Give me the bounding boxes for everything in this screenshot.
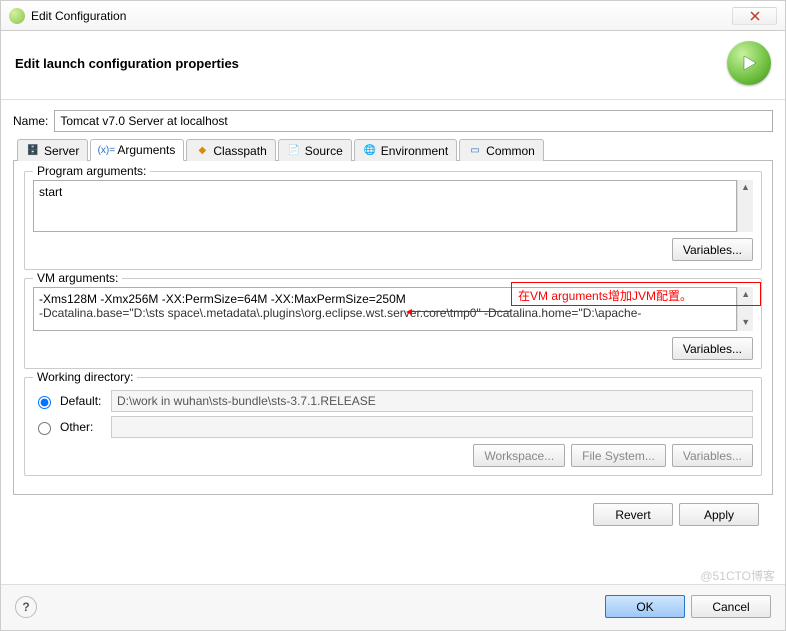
program-args-input[interactable] xyxy=(33,180,737,232)
run-icon xyxy=(727,41,771,85)
tab-label: Common xyxy=(486,144,535,158)
tab-label: Classpath xyxy=(213,144,266,158)
revert-button[interactable]: Revert xyxy=(593,503,673,526)
arguments-panel: Program arguments: ▲ Variables... VM arg… xyxy=(13,161,773,495)
help-button[interactable]: ? xyxy=(15,596,37,618)
workdir-group: Working directory: Default: Other: Works… xyxy=(24,377,762,476)
tab-classpath[interactable]: ◆ Classpath xyxy=(186,139,275,161)
tab-environment[interactable]: 🌐 Environment xyxy=(354,139,457,161)
radio-label: Default: xyxy=(60,394,101,408)
vm-args-label: VM arguments: xyxy=(33,271,122,285)
workdir-other-radio[interactable]: Other: xyxy=(33,419,103,435)
titlebar: Edit Configuration xyxy=(1,1,785,31)
workdir-variables-button[interactable]: Variables... xyxy=(672,444,753,467)
scrollbar[interactable]: ▲ xyxy=(737,180,753,232)
radio-other[interactable] xyxy=(38,422,51,435)
program-args-group: Program arguments: ▲ Variables... xyxy=(24,171,762,270)
tab-label: Source xyxy=(305,144,343,158)
filesystem-button[interactable]: File System... xyxy=(571,444,666,467)
tab-label: Arguments xyxy=(117,143,175,157)
eclipse-icon xyxy=(9,8,25,24)
tab-source[interactable]: 📄 Source xyxy=(278,139,352,161)
tab-arguments[interactable]: (x)= Arguments xyxy=(90,139,184,161)
tab-bar: 🗄️ Server (x)= Arguments ◆ Classpath 📄 S… xyxy=(13,138,773,161)
page-title: Edit launch configuration properties xyxy=(15,56,727,71)
vm-args-line2: -Dcatalina.base="D:\sts space\.metadata\… xyxy=(39,306,731,320)
environment-icon: 🌐 xyxy=(363,144,377,158)
vm-args-group: VM arguments: -Xms128M -Xmx256M -XX:Perm… xyxy=(24,278,762,369)
vm-variables-button[interactable]: Variables... xyxy=(672,337,753,360)
tab-server[interactable]: 🗄️ Server xyxy=(17,139,88,161)
common-icon: ▭ xyxy=(468,144,482,158)
tab-common[interactable]: ▭ Common xyxy=(459,139,544,161)
body: Name: 🗄️ Server (x)= Arguments ◆ Classpa… xyxy=(1,99,785,536)
ok-button[interactable]: OK xyxy=(605,595,685,618)
program-variables-button[interactable]: Variables... xyxy=(672,238,753,261)
server-icon: 🗄️ xyxy=(26,144,40,158)
close-button[interactable] xyxy=(732,7,777,25)
name-input[interactable] xyxy=(54,110,773,132)
radio-label: Other: xyxy=(60,420,93,434)
workdir-other-value xyxy=(111,416,753,438)
workdir-default-radio[interactable]: Default: xyxy=(33,393,103,409)
header: Edit launch configuration properties xyxy=(1,31,785,99)
arguments-icon: (x)= xyxy=(99,143,113,157)
tab-label: Environment xyxy=(381,144,448,158)
cancel-button[interactable]: Cancel xyxy=(691,595,771,618)
dialog-footer: ? OK Cancel xyxy=(1,584,785,630)
workdir-default-value xyxy=(111,390,753,412)
apply-button[interactable]: Apply xyxy=(679,503,759,526)
scrollbar[interactable]: ▲▼ xyxy=(737,287,753,331)
tab-label: Server xyxy=(44,144,79,158)
workspace-button[interactable]: Workspace... xyxy=(473,444,565,467)
close-icon xyxy=(749,10,761,22)
workdir-label: Working directory: xyxy=(33,370,137,384)
vm-args-input[interactable]: -Xms128M -Xmx256M -XX:PermSize=64M -XX:M… xyxy=(33,287,737,331)
vm-args-line1: -Xms128M -Xmx256M -XX:PermSize=64M -XX:M… xyxy=(39,292,731,306)
watermark: @51CTO博客 xyxy=(700,567,775,584)
name-label: Name: xyxy=(13,114,48,128)
program-args-label: Program arguments: xyxy=(33,164,150,178)
source-icon: 📄 xyxy=(287,144,301,158)
window-title: Edit Configuration xyxy=(31,9,732,23)
classpath-icon: ◆ xyxy=(195,144,209,158)
radio-default[interactable] xyxy=(38,396,51,409)
